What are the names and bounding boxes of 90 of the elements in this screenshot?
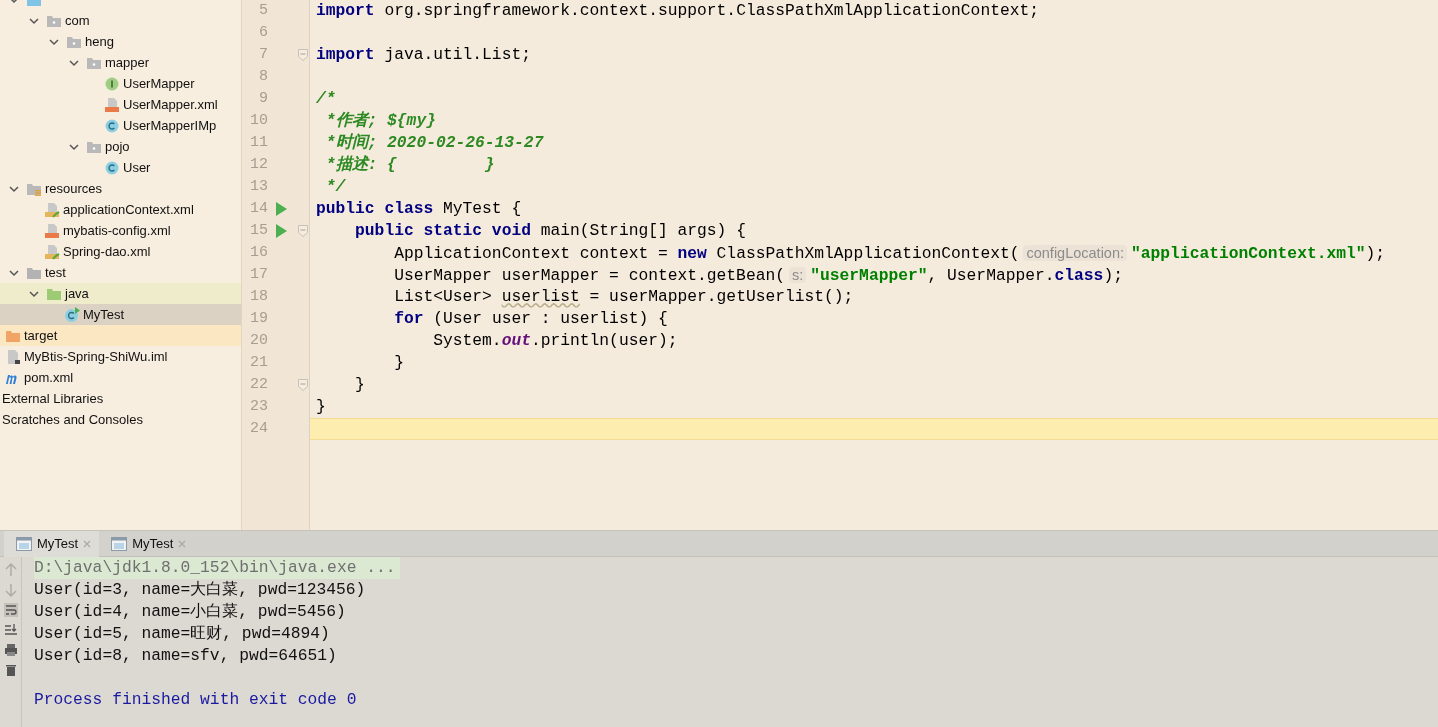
fold-icon[interactable] xyxy=(298,225,308,237)
spring-xml-file-icon xyxy=(44,201,60,218)
tree-item[interactable]: com xyxy=(0,10,241,31)
code-line: System.out.println(user); xyxy=(432,330,679,352)
line-number: 23 xyxy=(249,396,268,417)
run-icon[interactable] xyxy=(275,224,287,238)
tree-item[interactable]: target xyxy=(0,325,241,346)
parameter-hint: configLocation: xyxy=(1023,245,1128,261)
code-line: *时间; 2020-02-26-13-27 xyxy=(324,132,545,154)
code-line: } xyxy=(354,374,366,396)
tree-item[interactable]: Spring-dao.xml xyxy=(0,241,241,262)
run-icon[interactable] xyxy=(275,202,287,216)
tree-item[interactable]: test xyxy=(0,262,241,283)
line-number: 12 xyxy=(249,154,268,175)
code-line: public class MyTest { xyxy=(315,198,523,220)
code-line: UserMapper userMapper = context.getBean( s: "userMapper", UserMapper.class); xyxy=(393,265,1124,286)
line-number: 9 xyxy=(258,88,268,109)
console-line: User(id=3, name=大白菜, pwd=123456) xyxy=(34,580,366,599)
code-line: for (User user : userlist) { xyxy=(393,308,669,330)
down-arrow-icon[interactable] xyxy=(3,583,18,597)
xml-file-icon xyxy=(44,222,60,239)
code-line: } xyxy=(393,352,405,374)
line-number: 24 xyxy=(249,418,268,439)
code-line: List<User> userlist = userMapper.getUserlist(); xyxy=(393,286,855,308)
code-line: */ xyxy=(324,176,347,198)
tree-item[interactable]: External Libraries xyxy=(0,388,241,409)
console-line: User(id=5, name=旺财, pwd=4894) xyxy=(34,624,330,643)
line-number: 6 xyxy=(258,22,268,43)
tree-item[interactable]: User xyxy=(0,157,241,178)
close-icon xyxy=(83,540,92,548)
close-icon xyxy=(178,540,187,548)
parameter-hint: s: xyxy=(789,267,807,283)
code-line: /* xyxy=(315,88,337,110)
tree-item[interactable]: pojo xyxy=(0,136,241,157)
line-number: 10 xyxy=(249,110,268,131)
line-number: 7 xyxy=(258,44,268,65)
tree-item[interactable]: resources xyxy=(0,178,241,199)
tree-item[interactable]: MyTest xyxy=(0,304,241,325)
line-number: 17 xyxy=(249,264,268,285)
test-class-icon xyxy=(64,306,80,323)
code-line: *作者; ${my} xyxy=(324,110,437,132)
line-number: 16 xyxy=(249,242,268,263)
console-line: Process finished with exit code 0 xyxy=(34,690,357,709)
code-line: import org.springframework.context.support.ClassPathXmlApplicationContext; xyxy=(315,0,1040,22)
run-tab[interactable]: MyTest xyxy=(99,531,195,557)
soft-wrap-icon[interactable] xyxy=(3,603,18,617)
console-line: User(id=4, name=小白菜, pwd=5456) xyxy=(34,602,346,621)
tree-item[interactable]: UserMapper.xml xyxy=(0,94,241,115)
code-line: } xyxy=(315,396,327,418)
line-number: 8 xyxy=(258,66,268,87)
line-number: 18 xyxy=(249,286,268,307)
line-number: 13 xyxy=(249,176,268,197)
tree-item[interactable]: pom.xml xyxy=(0,367,241,388)
fold-icon[interactable] xyxy=(298,49,308,61)
line-number: 14 xyxy=(249,198,268,219)
scroll-to-end-icon[interactable] xyxy=(3,623,18,637)
run-tab[interactable]: MyTest xyxy=(4,531,100,557)
code-line: import java.util.List; xyxy=(315,44,532,66)
xml-file-icon xyxy=(104,96,120,113)
line-number: 21 xyxy=(249,352,268,373)
tree-item[interactable]: MyBtis-Spring-ShiWu.iml xyxy=(0,346,241,367)
code-line: ApplicationContext context = new ClassPathXmlApplicationContext( configLocation: "applicationContext.xml"); xyxy=(393,243,1387,264)
tree-item[interactable]: Scratches and Consoles xyxy=(0,409,241,430)
code-line: *描述: { } xyxy=(324,154,496,176)
print-icon[interactable] xyxy=(3,643,18,657)
tree-item[interactable]: java xyxy=(0,283,241,304)
console-line: User(id=8, name=sfv, pwd=64651) xyxy=(34,646,337,665)
class-icon xyxy=(104,159,120,176)
line-number: 20 xyxy=(249,330,268,351)
line-number: 5 xyxy=(258,0,268,21)
tree-item[interactable]: UserMapperIMp xyxy=(0,115,241,136)
trash-icon[interactable] xyxy=(3,663,18,677)
module-file-icon xyxy=(5,348,21,365)
console-icon xyxy=(16,537,32,551)
line-number: 22 xyxy=(249,374,268,395)
tree-item[interactable]: heng xyxy=(0,31,241,52)
console-icon xyxy=(111,537,128,551)
interface-icon xyxy=(104,75,120,92)
tree-item[interactable]: mapper xyxy=(0,52,241,73)
fold-icon[interactable] xyxy=(298,379,308,391)
code-line: public static void main(String[] args) { xyxy=(354,220,747,242)
line-number: 15 xyxy=(249,220,268,241)
up-arrow-icon[interactable] xyxy=(3,563,18,577)
tree-item[interactable]: mybatis-config.xml xyxy=(0,220,241,241)
spring-xml-file-icon xyxy=(44,243,60,260)
tree-item[interactable]: UserMapper xyxy=(0,73,241,94)
tree-item[interactable]: applicationContext.xml xyxy=(0,199,241,220)
class-icon xyxy=(104,117,120,134)
line-number: 19 xyxy=(249,308,268,329)
line-number: 11 xyxy=(249,132,268,153)
